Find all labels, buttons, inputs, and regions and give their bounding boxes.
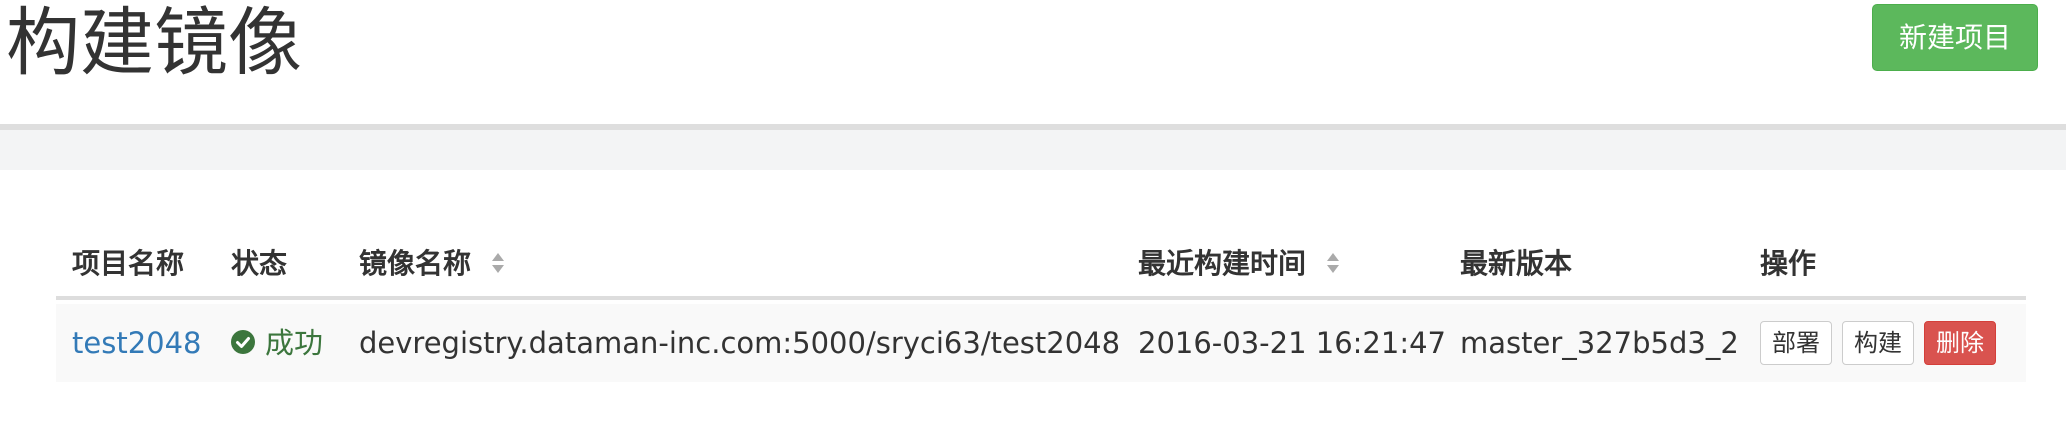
build-button[interactable]: 构建	[1842, 321, 1914, 365]
column-latest-version: 最新版本	[1460, 247, 1573, 280]
column-status: 状态	[231, 247, 288, 280]
sort-icon	[491, 253, 504, 273]
last-build-cell: 2016-03-21 16:21:47	[1138, 326, 1446, 360]
column-last-build-time[interactable]: 最近构建时间	[1138, 246, 1340, 282]
page-title: 构建镜像	[6, 0, 302, 86]
new-project-button[interactable]: 新建项目	[1872, 4, 2038, 71]
status-cell: 成功	[231, 324, 323, 362]
column-image-name-label: 镜像名称	[359, 247, 472, 280]
version-cell: master_327b5d3_2	[1460, 326, 1739, 360]
column-project-name: 项目名称	[72, 247, 185, 280]
image-name-cell: devregistry.dataman-inc.com:5000/sryci63…	[359, 326, 1121, 360]
column-image-name[interactable]: 镜像名称	[359, 246, 505, 282]
status-label: 成功	[265, 326, 324, 360]
sort-icon	[1326, 253, 1339, 273]
delete-button[interactable]: 删除	[1924, 321, 1996, 365]
deploy-button[interactable]: 部署	[1760, 321, 1832, 365]
table-header: 项目名称 状态 镜像名称 最近构建时间 最新版本 操作	[56, 238, 2026, 300]
table-row: test2048 成功 devregistry.dataman-inc.com:…	[56, 304, 2026, 382]
project-link[interactable]: test2048	[72, 324, 202, 362]
column-last-build-time-label: 最近构建时间	[1138, 247, 1307, 280]
check-circle-icon	[231, 330, 255, 354]
toolbar-band	[0, 130, 2066, 170]
column-actions: 操作	[1760, 247, 1817, 280]
